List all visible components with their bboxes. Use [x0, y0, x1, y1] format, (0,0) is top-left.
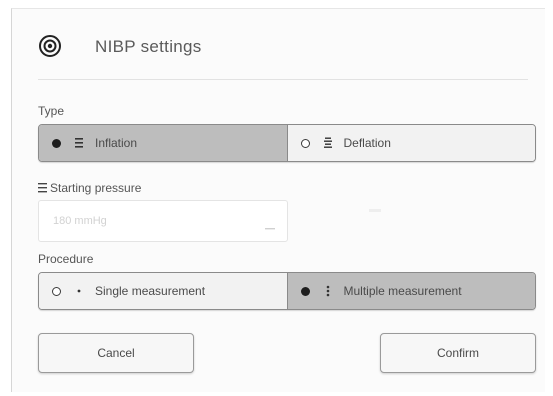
single-dot-icon [73, 284, 85, 298]
procedure-label: Procedure [38, 252, 94, 266]
starting-pressure-value: 180 mmHg [53, 215, 107, 227]
header-divider [38, 79, 528, 80]
pressure-icon [38, 182, 47, 194]
confirm-button[interactable]: Confirm [380, 333, 536, 373]
deflation-icon [322, 136, 334, 150]
procedure-option-single[interactable]: Single measurement [39, 273, 287, 309]
dialog-header: NIBP settings [12, 9, 545, 80]
type-option-label: Deflation [343, 136, 391, 150]
radio-selected-icon [300, 286, 310, 296]
procedure-option-label: Multiple measurement [343, 284, 462, 298]
type-option-deflation[interactable]: Deflation [286, 125, 535, 161]
starting-pressure-dropdown[interactable]: 180 mmHg [38, 200, 288, 242]
procedure-option-label: Single measurement [95, 284, 206, 298]
type-segmented-control: Inflation Deflation [38, 124, 536, 162]
faint-placeholder-mark [369, 209, 381, 212]
type-label: Type [38, 104, 65, 118]
chevron-down-icon [265, 219, 275, 230]
dialog-title: NIBP settings [95, 37, 202, 56]
starting-pressure-label: Starting pressure [50, 181, 142, 195]
nibp-settings-dialog: NIBP settings Type Inflation Deflation S… [11, 8, 545, 392]
cancel-button[interactable]: Cancel [38, 333, 194, 373]
multi-dot-icon [322, 284, 334, 298]
starting-pressure-label-row: Starting pressure [38, 181, 141, 195]
procedure-segmented-control: Single measurement Multiple measurement [38, 272, 536, 310]
type-option-label: Inflation [95, 136, 138, 150]
radio-unselected-icon [52, 286, 61, 296]
inflation-icon [73, 136, 85, 150]
procedure-option-multiple[interactable]: Multiple measurement [286, 273, 535, 309]
type-option-inflation[interactable]: Inflation [39, 125, 287, 161]
nibp-target-icon [38, 34, 62, 58]
radio-selected-icon [52, 138, 61, 148]
radio-unselected-icon [300, 138, 310, 148]
